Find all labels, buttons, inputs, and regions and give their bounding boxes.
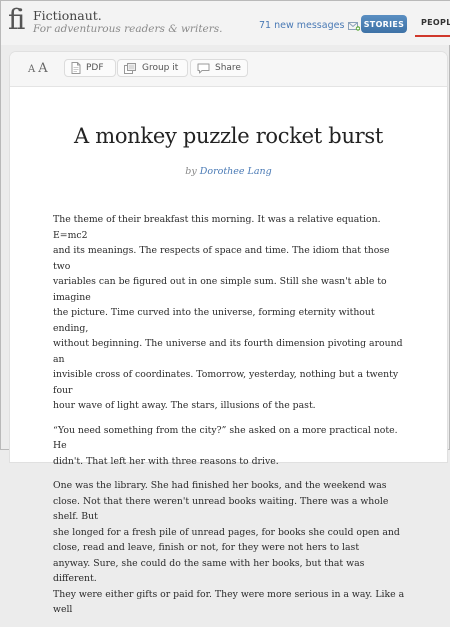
speech-bubble-icon: [197, 63, 210, 73]
story-byline: by Dorothee Lang: [10, 166, 447, 177]
messages-link[interactable]: 71 new messages: [259, 20, 361, 31]
group-it-label: Group it: [142, 63, 179, 73]
pdf-button[interactable]: PDF: [64, 59, 116, 77]
author-link[interactable]: Dorothee Lang: [200, 166, 272, 177]
byline-prefix: by: [185, 166, 197, 177]
story-body: The theme of their breakfast this mornin…: [53, 212, 405, 627]
story-title: A monkey puzzle rocket burst: [73, 124, 384, 148]
envelope-plus-icon: [348, 21, 361, 31]
site-header: fi Fictionaut. For adventurous readers &…: [1, 1, 450, 45]
tab-people[interactable]: PEOPLE: [421, 18, 450, 27]
logo-icon[interactable]: fi: [8, 3, 25, 37]
story-paragraph: “You need something from the city?” she …: [53, 424, 398, 467]
story-toolbar: A A PDF Group it Share: [10, 52, 447, 87]
share-label: Share: [215, 63, 241, 73]
decrease-font-button[interactable]: A: [28, 64, 35, 75]
stories-button[interactable]: STORIES: [361, 15, 407, 33]
group-it-button[interactable]: Group it: [117, 59, 188, 77]
messages-label: 71 new messages: [259, 20, 345, 31]
story-paragraph: The theme of their breakfast this mornin…: [53, 214, 403, 411]
pdf-label: PDF: [86, 63, 104, 73]
active-tab-indicator: [415, 35, 450, 37]
site-name[interactable]: Fictionaut.: [33, 8, 102, 23]
increase-font-button[interactable]: A: [38, 61, 47, 76]
group-icon: [124, 62, 136, 74]
story-paragraph: One was the library. She had finished he…: [53, 480, 405, 615]
site-tagline: For adventurous readers & writers.: [33, 23, 223, 35]
document-icon: [71, 62, 81, 74]
story-card: A A PDF Group it Share A monkey puzzle r…: [10, 52, 447, 615]
share-button[interactable]: Share: [190, 59, 248, 77]
font-size-control: A A: [28, 61, 48, 76]
